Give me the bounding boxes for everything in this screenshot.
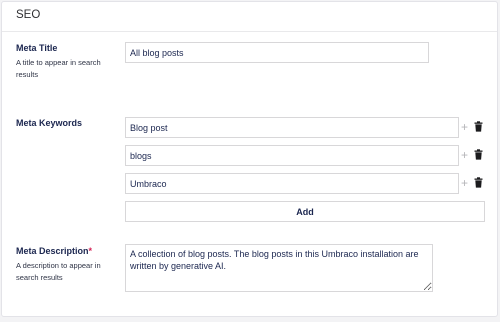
keyword-input-1[interactable] xyxy=(125,117,459,138)
meta-title-description: A title to appear in search results xyxy=(16,58,101,79)
add-keyword-icon[interactable]: + xyxy=(461,149,468,161)
required-marker: * xyxy=(88,246,93,256)
meta-description-textarea[interactable]: A collection of blog posts. The blog pos… xyxy=(125,244,433,292)
meta-title-label: Meta Title xyxy=(16,43,58,53)
add-keyword-button[interactable]: Add xyxy=(125,201,485,222)
seo-panel: SEO Meta Title A title to appear in sear… xyxy=(1,1,498,317)
meta-keywords-label: Meta Keywords xyxy=(16,118,83,128)
add-keyword-icon[interactable]: + xyxy=(461,177,468,189)
panel-title: SEO xyxy=(2,2,497,32)
meta-description-description: A description to appear in search result… xyxy=(16,261,101,282)
keyword-input-3[interactable] xyxy=(125,173,459,194)
keyword-input-2[interactable] xyxy=(125,145,459,166)
add-keyword-icon[interactable]: + xyxy=(461,121,468,133)
meta-description-label-text: Meta Description xyxy=(16,246,89,256)
trash-icon[interactable] xyxy=(474,149,483,160)
meta-description-label: Meta Description* xyxy=(16,246,92,256)
trash-icon[interactable] xyxy=(474,177,483,188)
trash-icon[interactable] xyxy=(474,121,483,132)
meta-title-input[interactable] xyxy=(125,42,429,63)
